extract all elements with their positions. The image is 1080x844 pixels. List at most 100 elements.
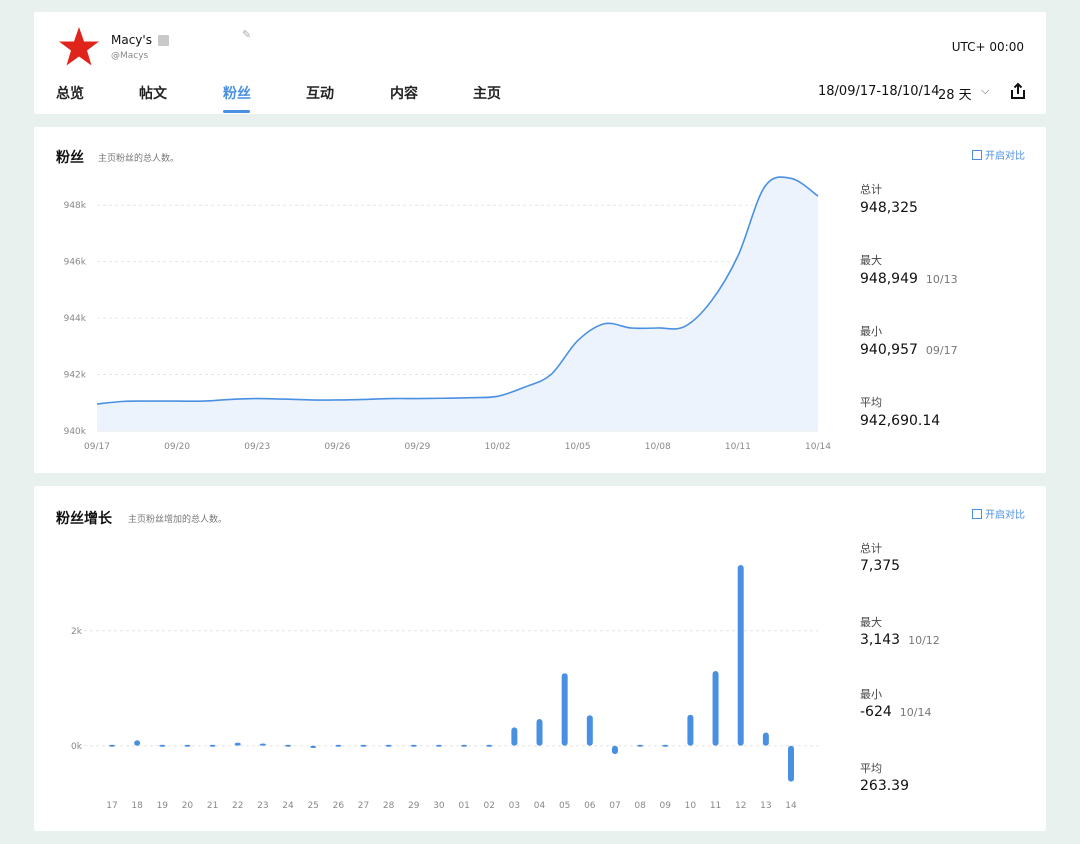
x-tick-label: 09/29 [404,442,430,452]
x-tick-label: 03 [509,801,520,811]
x-tick-label: 11 [710,801,721,811]
active-tab-indicator [223,110,250,113]
account-handle: @Macys [111,51,149,61]
growth-bar [611,745,618,755]
tab-engagement[interactable]: 互动 [306,83,334,103]
growth-bar [662,744,669,747]
growth-bar [788,745,794,782]
x-tick-label: 12 [735,801,746,811]
x-tick-label: 08 [634,801,646,811]
growth-bar [360,744,367,747]
growth-min-label: 最小 [860,688,882,701]
followers-min-date: 09/17 [925,344,958,357]
x-tick-label: 10/02 [485,442,511,452]
compare-icon [972,150,982,160]
growth-bar [310,745,317,749]
twitter-icon [158,35,169,46]
growth-bar [486,744,493,747]
days-select[interactable]: 28 天 [938,84,972,103]
tab-homepage[interactable]: 主页 [473,83,501,103]
followers-avg-value: 942,690.14 [860,413,941,429]
macys-star-logo [59,27,99,66]
growth-bar [109,744,115,747]
growth-bar [259,743,266,746]
growth-max-label: 最大 [860,616,882,629]
x-tick-label: 10 [685,801,697,811]
growth-bar [159,744,166,747]
growth-avg-value: 263.39 [860,778,909,794]
chevron-down-icon[interactable]: ⌵ [981,84,989,98]
y-tick-label: 2k [71,627,83,637]
growth-bar [335,744,342,747]
growth-bar [536,719,543,746]
growth-bar [134,740,141,746]
growth-bar [461,744,468,747]
growth-bar [234,742,241,746]
growth-min-date: 10/14 [899,706,932,719]
compare-label: 开启对比 [985,151,1025,162]
y-tick-label: 940k [64,427,87,437]
x-tick-label: 01 [458,801,469,811]
x-tick-label: 19 [157,801,169,811]
followers-max-date: 10/13 [925,273,958,286]
growth-card: 粉丝增长 主页粉丝增加的总人数。 开启对比 0k 2k 17 18 19 20 21 22 23… [34,486,1046,831]
account-header: Macy's @Macys ✎ UTC+ 00:00 总览 帖文 粉丝 互动 内… [34,12,1046,114]
timezone-label: UTC+ 00:00 [951,40,1024,54]
followers-max-value: 948,949 10/13 [860,271,958,287]
x-tick-label: 10/08 [645,442,671,452]
tab-followers[interactable]: 粉丝 [223,83,251,103]
x-tick-label: 18 [131,801,143,811]
x-tick-label: 10/14 [805,442,831,452]
x-tick-label: 09/23 [244,442,270,452]
x-tick-label: 26 [333,801,345,811]
growth-bar [762,732,769,746]
followers-min-value: 940,957 09/17 [860,342,958,358]
date-range[interactable]: 18/09/17-18/10/14 [818,84,939,99]
followers-min-label: 最小 [860,325,882,338]
x-tick-label: 10/05 [565,442,591,452]
growth-bar [637,744,644,747]
x-tick-label: 09/20 [164,442,190,452]
compare-icon [972,509,982,519]
tab-content[interactable]: 内容 [390,83,418,103]
compare-label: 开启对比 [985,510,1025,521]
x-tick-label: 02 [483,801,494,811]
x-tick-label: 13 [760,801,771,811]
growth-min-value: -624 10/14 [860,704,932,720]
followers-line-chart: 940k 942k 944k 946k 948k 09/17 09/20 09/23 09/26… [64,176,831,452]
x-tick-label: 17 [106,801,117,811]
edit-pencil-icon[interactable]: ✎ [242,28,251,41]
y-tick-label: 944k [64,314,87,324]
followers-total-value: 948,325 [860,200,918,216]
followers-card: 粉丝 主页粉丝的总人数。 开启对比 940k 942k 944k 946k 948k 09… [34,127,1046,473]
x-tick-label: 09/17 [84,442,110,452]
x-tick-label: 05 [559,801,570,811]
growth-bar [712,671,719,746]
x-tick-label: 07 [609,801,620,811]
growth-bar [435,744,442,747]
y-tick-label: 946k [64,258,87,268]
followers-max-label: 最大 [860,254,882,267]
growth-bar [737,565,744,746]
tab-overview[interactable]: 总览 [56,83,84,103]
followers-compare-button[interactable]: 开启对比 [972,147,1025,162]
growth-max-date: 10/12 [908,634,940,647]
growth-bar [385,744,392,747]
growth-total-value: 7,375 [860,558,901,574]
growth-bar [184,744,191,747]
growth-bar [561,673,568,746]
x-tick-label: 09 [660,801,672,811]
share-export-icon[interactable] [1009,82,1027,100]
growth-bar [687,714,694,746]
x-tick-label: 24 [282,801,294,811]
growth-total-label: 总计 [860,542,882,555]
x-tick-label: 23 [257,801,268,811]
growth-compare-button[interactable]: 开启对比 [972,506,1025,521]
y-tick-label: 948k [64,201,87,211]
y-tick-label: 942k [64,371,87,381]
x-tick-label: 28 [383,801,395,811]
growth-bar [511,727,518,746]
tab-posts[interactable]: 帖文 [139,83,167,103]
followers-avg-label: 平均 [860,396,882,409]
account-name: Macy's [111,33,152,47]
